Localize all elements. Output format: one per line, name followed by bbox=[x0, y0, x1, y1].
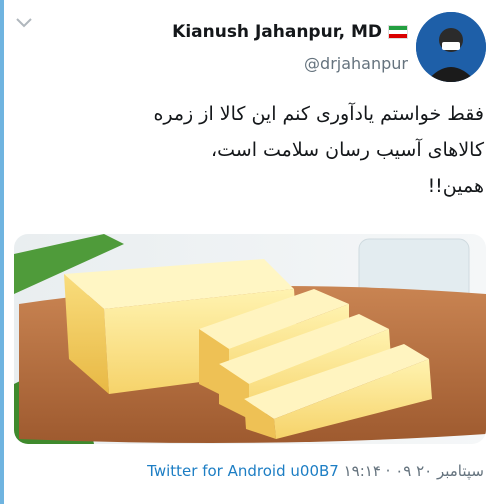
tweet-text-line-1: فقط خواستم یادآوری کنم این کالا از زمره bbox=[153, 103, 484, 125]
left-accent-strip bbox=[0, 0, 4, 504]
author-row: Kianush Jahanpur, MD bbox=[172, 22, 408, 42]
separator: u00B7 bbox=[290, 462, 339, 480]
tweet-text-line-3: همین!! bbox=[427, 175, 484, 197]
author-name[interactable]: Kianush Jahanpur, MD bbox=[172, 22, 382, 42]
chevron-down-icon[interactable] bbox=[14, 16, 36, 34]
iran-flag-icon bbox=[388, 25, 408, 39]
tweet-text-line-2: کالاهای آسیب رسان سلامت است، bbox=[210, 139, 484, 161]
tweet-source[interactable]: Twitter for Android bbox=[147, 462, 285, 480]
tweet-timestamp[interactable]: ۱۹:۱۴ · ۰۹ سپتامبر ۲۰ bbox=[344, 462, 484, 480]
tweet-image[interactable] bbox=[14, 234, 486, 444]
author-handle[interactable]: @drjahanpur bbox=[304, 54, 408, 73]
tweet-text: فقط خواستم یادآوری کنم این کالا از زمره … bbox=[14, 96, 484, 204]
tweet-footer: Twitter for Android u00B7 ۱۹:۱۴ · ۰۹ سپت… bbox=[147, 462, 484, 480]
avatar[interactable] bbox=[416, 12, 486, 82]
